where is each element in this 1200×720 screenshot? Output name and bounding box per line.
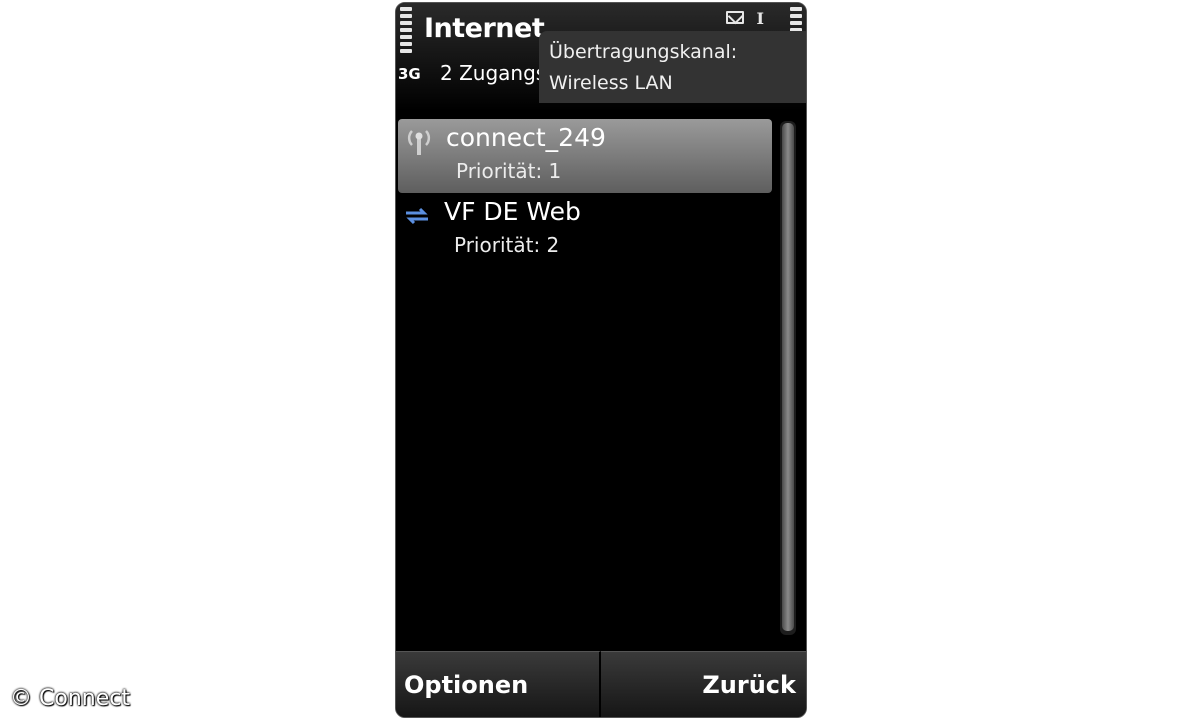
popup-line-2: Wireless LAN xyxy=(549,72,673,94)
access-point-count: 2 Zugangs xyxy=(440,61,547,85)
back-softkey[interactable]: Zurück xyxy=(601,651,806,717)
list-item-connect-249[interactable]: connect_249 Priorität: 1 xyxy=(398,119,772,193)
list-scrollbar[interactable] xyxy=(780,121,796,635)
phone-screen: Internet I 3G 2 Zugangs Übertragungskana… xyxy=(395,2,807,718)
transfer-channel-popup: Übertragungskanal: Wireless LAN xyxy=(539,31,806,103)
wlan-antenna-icon xyxy=(407,130,431,155)
softkey-bar: Optionen Zurück xyxy=(396,651,806,717)
copyright-watermark: © Connect xyxy=(10,686,130,711)
app-title: Internet xyxy=(424,13,545,44)
list-item-vf-de-web[interactable]: VF DE Web Priorität: 2 xyxy=(396,193,776,267)
signal-strength-icon xyxy=(400,7,412,53)
text-input-icon: I xyxy=(756,9,764,28)
access-point-list: connect_249 Priorität: 1 VF DE Web Prior… xyxy=(396,119,776,267)
list-item-priority: Priorität: 1 xyxy=(456,159,562,183)
scrollbar-thumb[interactable] xyxy=(782,123,794,631)
list-item-title: connect_249 xyxy=(446,123,606,152)
list-item-title: VF DE Web xyxy=(444,197,581,226)
popup-line-1: Übertragungskanal: xyxy=(549,41,738,63)
network-type-indicator: 3G xyxy=(398,65,421,83)
options-softkey[interactable]: Optionen xyxy=(396,651,601,717)
mail-icon xyxy=(726,11,744,24)
packet-data-icon xyxy=(406,207,428,225)
list-item-priority: Priorität: 2 xyxy=(454,233,560,257)
